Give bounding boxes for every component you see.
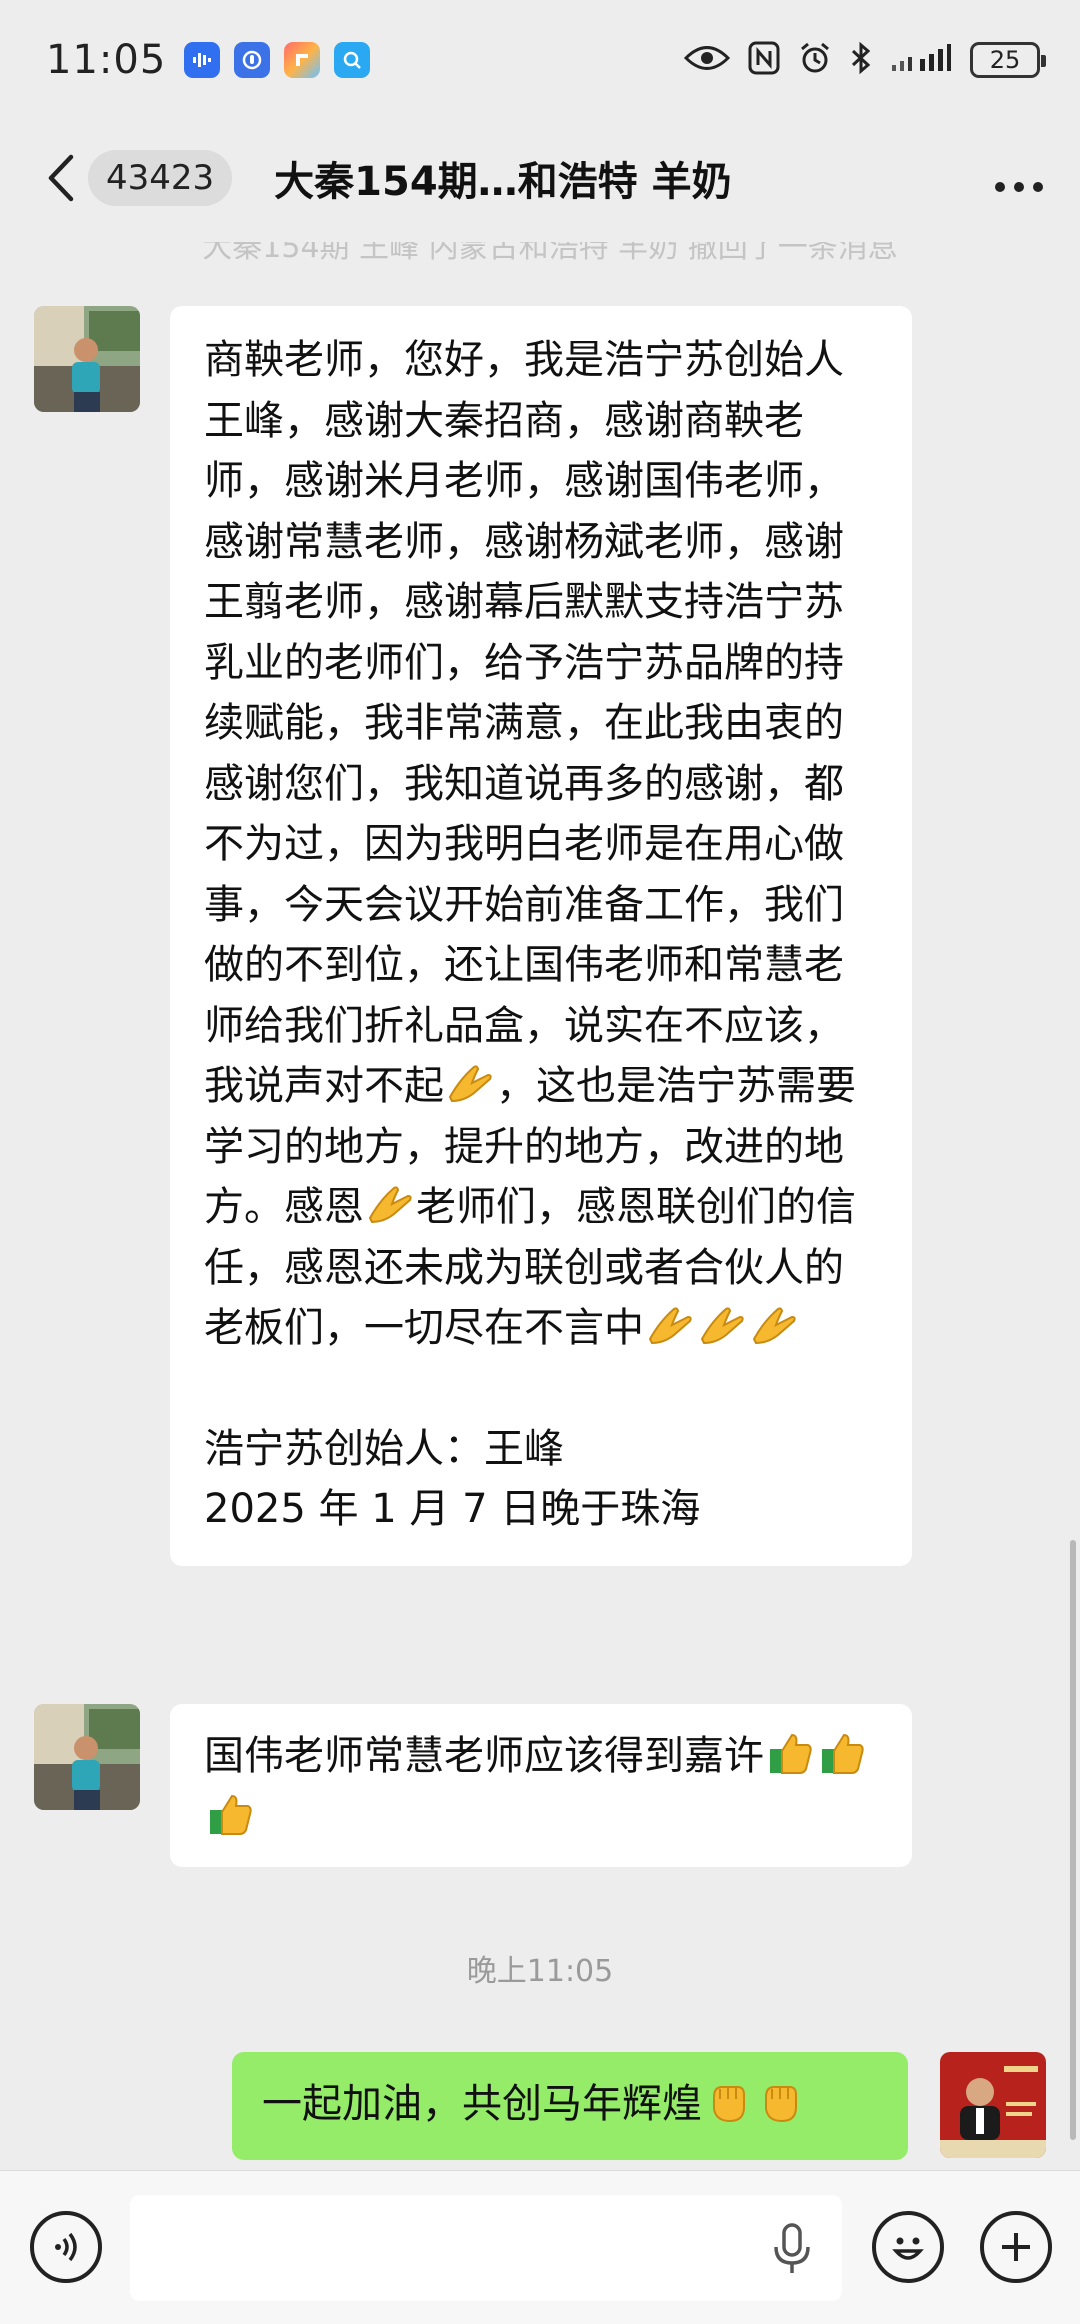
message-bubble-self[interactable]: 一起加油，共创马年辉煌 xyxy=(232,2052,908,2160)
hand-app-icon xyxy=(234,42,271,78)
chat-title: 大秦154期…和浩特 羊奶 xyxy=(274,159,732,205)
message-date: 2025 年 1 月 7 日晚于珠海 xyxy=(204,1486,701,1532)
time-divider: 晚上11:05 xyxy=(466,1954,614,1989)
thumbs-up-emoji-icon xyxy=(822,1733,864,1774)
chevron-left-icon xyxy=(48,154,74,202)
fist-emoji-icon xyxy=(765,2086,797,2123)
back-button[interactable] xyxy=(40,148,80,208)
eye-icon xyxy=(683,43,731,77)
red-suit-man-avatar xyxy=(940,2052,1046,2158)
thumbs-up-emoji-icon xyxy=(770,1733,812,1774)
more-dots-icon xyxy=(995,181,1043,192)
pray-hands-emoji-icon xyxy=(648,1307,692,1345)
voice-toggle-button[interactable] xyxy=(30,2211,102,2283)
microphone-icon xyxy=(774,2223,810,2273)
status-time: 11:05 xyxy=(46,37,167,83)
microphone-button[interactable] xyxy=(772,2223,812,2279)
voice-toggle-icon xyxy=(55,2232,77,2262)
pray-hands-emoji-icon xyxy=(752,1307,796,1345)
message-input[interactable] xyxy=(130,2195,842,2301)
search-app-icon xyxy=(334,42,371,78)
battery-icon: 25 xyxy=(970,42,1046,78)
emoji-icon xyxy=(892,2237,924,2260)
pray-hands-emoji-icon xyxy=(700,1307,744,1345)
notification-app-icons xyxy=(184,42,371,78)
bluetooth-icon xyxy=(850,41,872,79)
thumbs-up-emoji-icon xyxy=(210,1794,252,1835)
plus-icon xyxy=(1002,2233,1030,2261)
emoji-button[interactable] xyxy=(872,2211,944,2283)
avatar-self[interactable] xyxy=(940,2052,1046,2158)
status-bar: 11:05 25 xyxy=(0,0,1080,120)
green-shirt-man-avatar xyxy=(34,1704,140,1810)
avatar[interactable] xyxy=(34,306,140,412)
pray-hands-emoji-icon xyxy=(448,1065,492,1103)
plus-button[interactable] xyxy=(980,2211,1052,2283)
message-text: 商鞅老师，您好，我是浩宁苏创始人王峰，感谢大秦招商，感谢商鞅老师，感谢米月老师，… xyxy=(204,337,856,1351)
unread-count-badge[interactable]: 43423 xyxy=(88,150,233,206)
avatar[interactable] xyxy=(34,1704,140,1810)
message-text: 一起加油，共创马年辉煌 xyxy=(262,2074,878,2135)
input-bar xyxy=(0,2170,1080,2324)
nfc-icon xyxy=(748,41,780,79)
fist-emoji-icon xyxy=(713,2086,745,2123)
message-bubble[interactable]: 国伟老师常慧老师应该得到嘉许 xyxy=(170,1704,912,1867)
pray-hands-emoji-icon xyxy=(368,1186,412,1224)
message-signature: 浩宁苏创始人：王峰 xyxy=(204,1425,564,1472)
chat-header: 43423 大秦154期…和浩特 羊奶 xyxy=(0,120,1080,236)
signal-icon xyxy=(890,43,952,77)
green-shirt-man-avatar xyxy=(34,306,140,412)
more-options-button[interactable] xyxy=(994,153,1044,204)
message-bubble[interactable]: 商鞅老师，您好，我是浩宁苏创始人王峰，感谢大秦招商，感谢商鞅老师，感谢米月老师，… xyxy=(170,306,912,1566)
message-text: 国伟老师常慧老师应该得到嘉许 xyxy=(204,1726,882,1847)
status-indicators: 25 xyxy=(683,41,1046,79)
fold-app-icon xyxy=(284,42,321,78)
scrollbar[interactable] xyxy=(1070,1540,1076,2140)
voice-app-icon xyxy=(184,42,221,78)
alarm-icon xyxy=(798,41,832,79)
